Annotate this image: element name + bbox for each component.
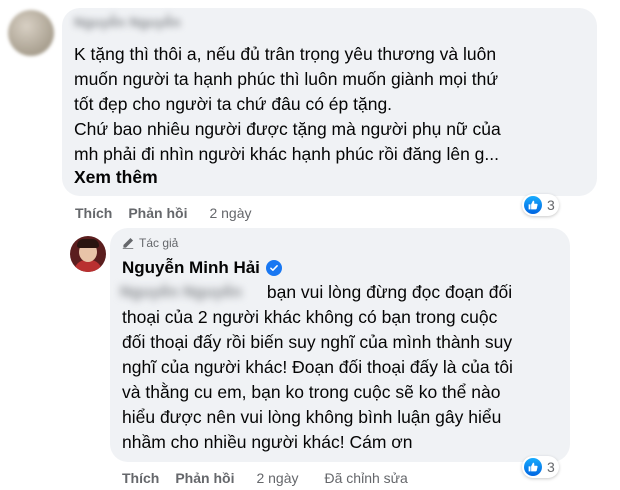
reply-button[interactable]: Phản hồi [175,470,234,486]
author-badge: Tác giả [122,236,178,250]
comment-line: tốt đẹp cho người ta chứ đâu có ép tặng. [74,94,393,114]
comment-author-name[interactable]: Nguyễn Nguyễn [74,14,202,30]
verified-badge-icon [265,260,282,276]
comment-line: Chứ bao nhiêu người được tặng mà người p… [74,119,501,139]
like-button[interactable]: Thích [75,205,112,221]
reply-line: hiểu được nên vui lòng không bình luận g… [122,407,502,427]
like-icon [524,196,542,214]
reply-line: thoại của 2 người khác không có bạn tron… [122,307,498,327]
reply-line: nghĩ của người khác! Đoạn đối thoại đấy … [122,357,513,377]
reply-button[interactable]: Phản hồi [128,205,187,221]
comment-text: K tặng thì thôi a, nếu đủ trân trọng yêu… [74,42,501,167]
comment-actions: Thích Phản hồi 2 ngày [75,205,278,221]
reply-line: và thằng cu em, bạn ko trong cuộc sẽ ko … [122,382,501,402]
reaction-count: 3 [547,459,555,475]
reply-reaction-summary[interactable]: 3 [522,456,559,478]
reply-line: đối thoại đấy rồi biến suy nghĩ của mình… [122,332,513,352]
reply-text: thoại của 2 người khác không có bạn tron… [122,280,513,455]
reaction-summary[interactable]: 3 [522,194,559,216]
reply-timestamp[interactable]: 2 ngày [256,470,298,486]
pencil-icon [122,237,134,249]
reply-actions: Thích Phản hồi 2 ngày Đã chỉnh sửa [122,470,408,486]
comment-bubble: Nguyễn Nguyễn K tặng thì thôi a, nếu đủ … [62,8,597,196]
comment-line: K tặng thì thôi a, nếu đủ trân trọng yêu… [74,44,497,64]
reply-bubble: Tác giả Nguyễn Minh Hải Nguyễn Nguyễn bạ… [110,228,570,462]
like-icon [524,458,542,476]
edited-label[interactable]: Đã chỉnh sửa [325,470,408,486]
reply-author-name[interactable]: Nguyễn Minh Hải [122,258,260,278]
reply-line: nhầm cho nhiều người khác! Cám ơn [122,432,413,452]
commenter-avatar[interactable] [8,10,54,56]
reaction-count: 3 [547,197,555,213]
comment-line: mh phải đi nhìn người khác hạnh phúc rồi… [74,144,499,164]
comment-line: muốn người ta hạnh phúc thì luôn muốn gi… [74,69,499,89]
author-avatar[interactable] [70,236,106,272]
avatar-hair [77,239,99,248]
author-badge-label: Tác giả [139,236,179,250]
reply-author-row: Nguyễn Minh Hải [122,258,282,278]
comment-timestamp[interactable]: 2 ngày [209,205,251,221]
see-more-link[interactable]: Xem thêm [74,167,158,188]
like-button[interactable]: Thích [122,470,159,486]
